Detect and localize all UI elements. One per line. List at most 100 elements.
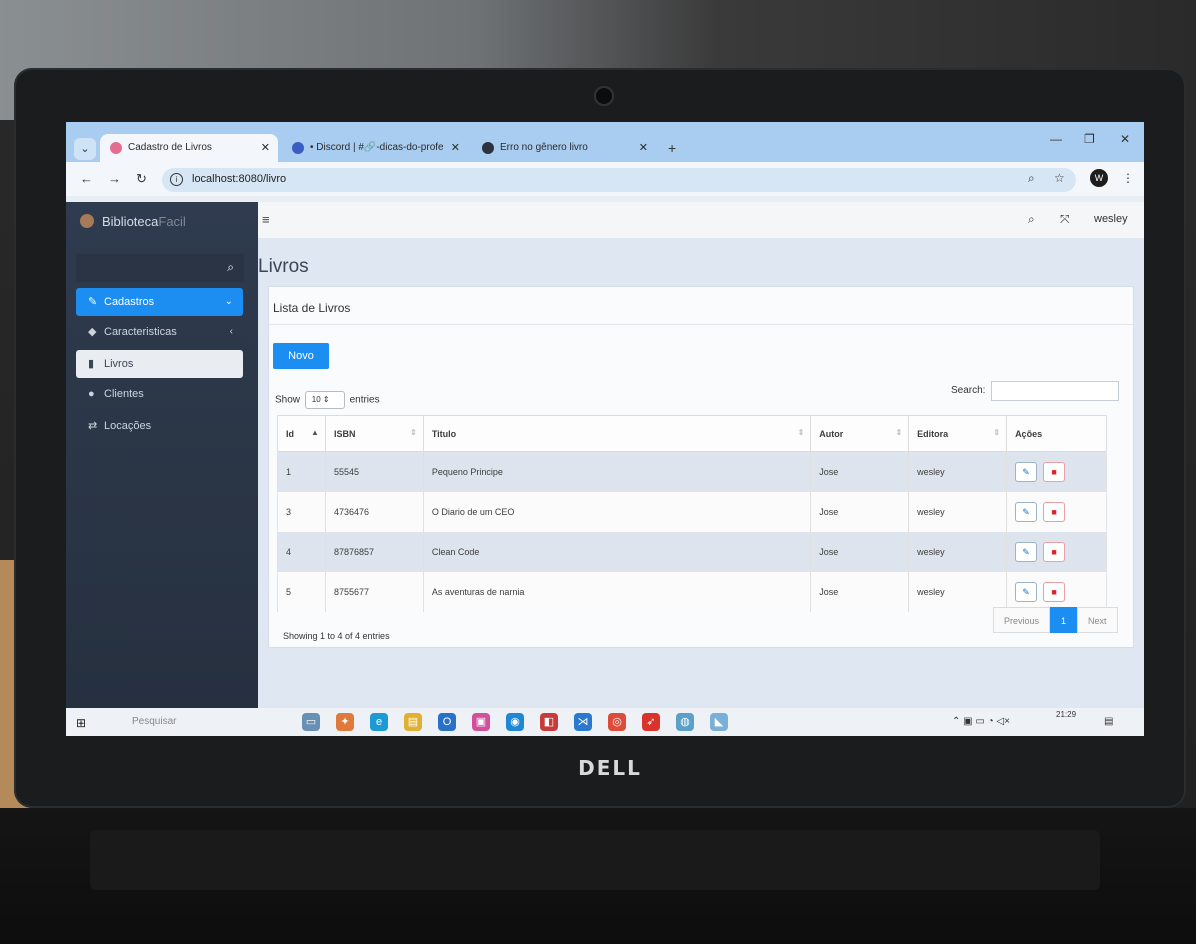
- retweet-icon: ⇄: [88, 420, 98, 432]
- edge-icon[interactable]: e: [370, 713, 388, 731]
- tab-search-icon[interactable]: ⌄: [74, 138, 96, 160]
- media-icon[interactable]: ◧: [540, 713, 558, 731]
- laptop-brand-logo: DELL: [578, 756, 642, 780]
- app-brand[interactable]: BibliotecaFacil: [80, 214, 186, 229]
- column-header-autor[interactable]: Autor ⇕: [810, 415, 910, 452]
- reload-icon[interactable]: ↻: [136, 171, 147, 187]
- pagination: Previous 1 Next: [993, 607, 1118, 633]
- book-icon: ▮: [88, 358, 95, 370]
- teams-icon[interactable]: ◉: [506, 713, 524, 731]
- menu-toggle-icon[interactable]: ≡: [262, 212, 270, 227]
- close-tab-icon[interactable]: ✕: [261, 134, 270, 162]
- pagination-next[interactable]: Next: [1077, 607, 1118, 633]
- sidebar-item-livros[interactable]: ▮ Livros: [76, 350, 243, 378]
- sidebar-search-input[interactable]: ⌕: [76, 254, 244, 282]
- url-field[interactable]: i localhost:8080/livro: [162, 168, 1076, 192]
- windows-start-icon[interactable]: ⊞: [76, 716, 86, 730]
- sidebar-item-cadastros[interactable]: ✎ Cadastros ⌄: [76, 288, 243, 316]
- column-header-editora[interactable]: Editora ⇕: [908, 415, 1008, 452]
- bookmark-star-icon[interactable]: ☆: [1054, 171, 1065, 185]
- browser-tab-bar: ⌄ Cadastro de Livros ✕ • Discord | #🔗-di…: [66, 122, 1144, 162]
- taskbar-clock[interactable]: 21:29: [1056, 710, 1076, 719]
- edit-pencil-icon[interactable]: ✎: [1015, 501, 1038, 522]
- search-icon[interactable]: ⌕: [227, 260, 234, 275]
- edit-pencil-icon[interactable]: ✎: [1015, 581, 1038, 602]
- site-info-icon[interactable]: i: [170, 173, 183, 186]
- books-table: Id ▲ ISBN ⇕ Titulo ⇕ Autor ⇕ Editora ⇕ Ações …: [277, 415, 1107, 612]
- cell-autor: Jose: [810, 571, 910, 612]
- column-header-id[interactable]: Id ▲: [277, 415, 326, 452]
- sidebar-item-caracteristicas[interactable]: ◆ Caracteristicas ‹: [76, 318, 243, 346]
- chevron-down-icon: ⌄: [224, 296, 233, 307]
- store-icon[interactable]: ▣: [472, 713, 490, 731]
- delete-trash-icon[interactable]: ■: [1043, 501, 1066, 522]
- edit-pencil-icon[interactable]: ✎: [1015, 541, 1038, 562]
- pagination-previous[interactable]: Previous: [993, 607, 1051, 633]
- screen: ⌄ Cadastro de Livros ✕ • Discord | #🔗-di…: [66, 122, 1144, 736]
- taskbar: ⊞ Pesquisar ▭ ✦ e ▤ O ▣ ◉ ◧ ⋊ ◎ ➶ ◍ ◣ ⌃ ▣ ▭ ◔ ◁× 21:…: [66, 708, 1144, 736]
- vscode-icon[interactable]: ⋊: [574, 713, 592, 731]
- minimize-icon[interactable]: —: [1050, 132, 1062, 146]
- cell-actions: ✎ ■: [1006, 571, 1107, 612]
- back-arrow-icon[interactable]: ←: [80, 171, 93, 186]
- cell-isbn: 4736476: [324, 491, 424, 532]
- search-icon[interactable]: ⌕: [1028, 212, 1035, 227]
- taskbar-apps: ▭ ✦ e ▤ O ▣ ◉ ◧ ⋊ ◎ ➶ ◍ ◣: [302, 712, 744, 732]
- cell-isbn: 55545: [324, 451, 424, 492]
- page-title: Livros: [258, 256, 309, 277]
- file-explorer-icon[interactable]: ▤: [404, 713, 422, 731]
- tab-discord[interactable]: • Discord | #🔗-dicas-do-profe ✕: [282, 134, 468, 162]
- profile-avatar[interactable]: W: [1090, 169, 1108, 187]
- zoom-icon[interactable]: ⌕: [1028, 171, 1035, 186]
- books-card: Lista de Livros Novo Show 10 ⇕ entries S…: [268, 286, 1134, 648]
- pagination-page-1[interactable]: 1: [1050, 607, 1078, 633]
- forward-arrow-icon[interactable]: →: [108, 171, 121, 186]
- new-book-button[interactable]: Novo: [273, 343, 329, 369]
- delete-trash-icon[interactable]: ■: [1043, 461, 1066, 482]
- pencil-icon: ✎: [88, 296, 98, 308]
- taskbar-search-placeholder: Pesquisar: [132, 716, 177, 727]
- fullscreen-icon[interactable]: ⤧: [1060, 212, 1070, 227]
- url-text: localhost:8080/livro: [192, 173, 287, 185]
- laptop-hinge: [90, 830, 1100, 890]
- github-desktop-icon[interactable]: ◍: [676, 713, 694, 731]
- user-menu[interactable]: wesley: [1094, 213, 1128, 225]
- close-window-icon[interactable]: ✕: [1120, 132, 1130, 146]
- system-tray-icons[interactable]: ⌃ ▣ ▭ ◔ ◁×: [952, 716, 1010, 727]
- cell-autor: Jose: [810, 531, 910, 572]
- sidebar-item-clientes[interactable]: ● Clientes: [76, 380, 243, 408]
- chevron-left-icon: ‹: [229, 326, 233, 337]
- delete-trash-icon[interactable]: ■: [1043, 581, 1066, 602]
- notifications-icon[interactable]: ▤: [1104, 716, 1113, 727]
- sidebar-item-label: Livros: [104, 358, 134, 370]
- sidebar-item-locacoes[interactable]: ⇄ Locações: [76, 412, 243, 440]
- table-row: 1 55545 Pequeno Principe Jose wesley ✎ ■: [277, 451, 1107, 492]
- sidebar-item-label: Cadastros: [104, 296, 155, 308]
- sidebar-item-label: Locações: [104, 420, 152, 432]
- close-tab-icon[interactable]: ✕: [451, 134, 460, 162]
- postman-icon[interactable]: ➶: [642, 713, 660, 731]
- column-header-titulo[interactable]: Titulo ⇕: [422, 415, 812, 452]
- browser-menu-icon[interactable]: ⋮: [1122, 171, 1134, 185]
- copilot-icon[interactable]: ✦: [336, 713, 354, 731]
- restore-icon[interactable]: ❐: [1084, 132, 1095, 146]
- delete-trash-icon[interactable]: ■: [1043, 541, 1066, 562]
- task-view-icon[interactable]: ▭: [302, 713, 320, 731]
- close-tab-icon[interactable]: ✕: [639, 134, 648, 162]
- taskbar-search-input[interactable]: Pesquisar: [114, 712, 284, 732]
- tab-erro-genero[interactable]: Erro no gênero livro ✕: [472, 134, 656, 162]
- cell-actions: ✎ ■: [1006, 491, 1107, 532]
- table-search-input[interactable]: [991, 381, 1119, 401]
- edit-pencil-icon[interactable]: ✎: [1015, 461, 1038, 482]
- page-length-select[interactable]: 10 ⇕: [304, 391, 345, 409]
- chrome-icon[interactable]: ◎: [608, 713, 626, 731]
- main-content: Livros Lista de Livros Novo Show 10 ⇕ en…: [258, 238, 1144, 708]
- app-icon[interactable]: ◣: [710, 713, 728, 731]
- card-title: Lista de Livros: [273, 301, 351, 315]
- tags-icon: ◆: [88, 326, 97, 338]
- column-header-isbn[interactable]: ISBN ⇕: [324, 415, 424, 452]
- new-tab-icon[interactable]: +: [668, 134, 676, 162]
- outlook-icon[interactable]: O: [438, 713, 456, 731]
- table-row: 3 4736476 O Diario de um CEO Jose wesley…: [277, 491, 1107, 532]
- tab-cadastro-livros[interactable]: Cadastro de Livros ✕: [100, 134, 278, 162]
